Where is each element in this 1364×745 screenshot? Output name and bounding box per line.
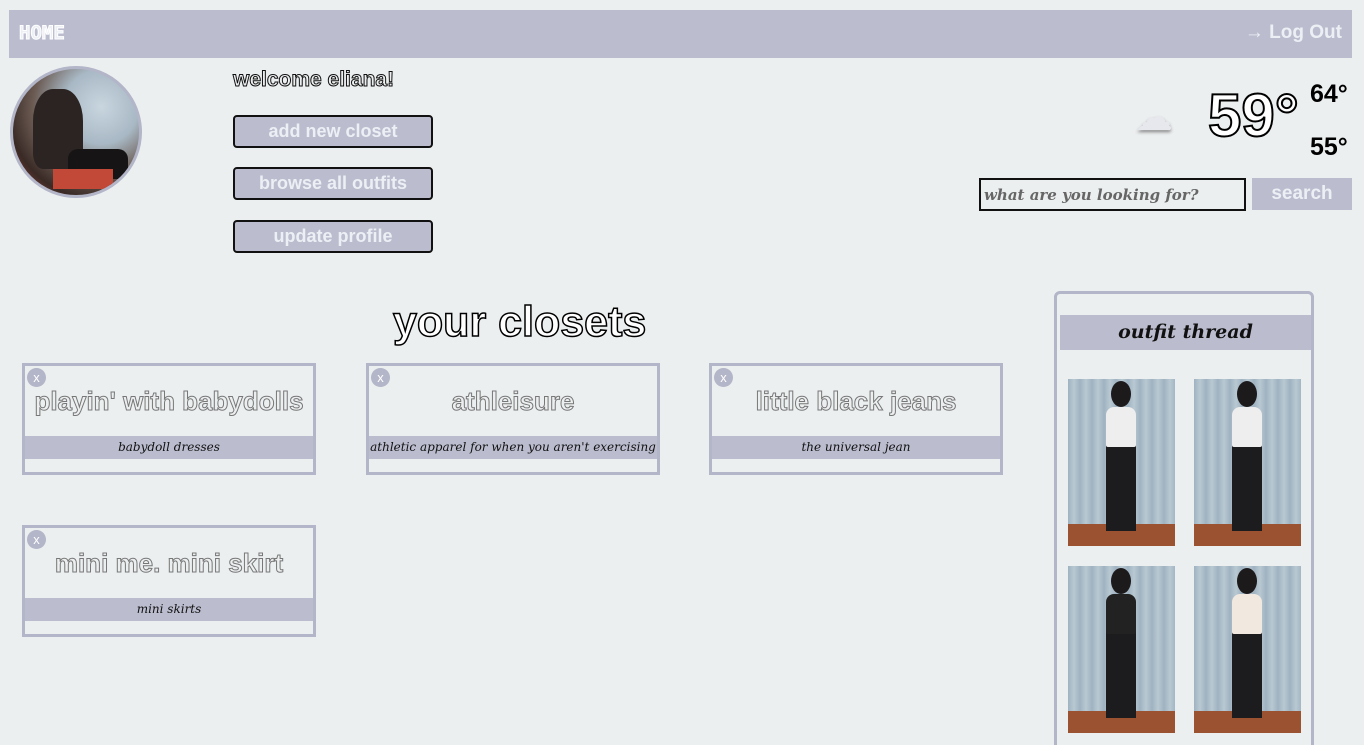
high-temperature: 64° (1310, 80, 1348, 108)
current-temperature: 59° (1207, 82, 1300, 149)
update-profile-button[interactable]: update profile (233, 220, 433, 253)
remove-closet-button[interactable]: x (27, 530, 46, 549)
remove-closet-button[interactable]: x (371, 368, 390, 387)
closet-card[interactable]: x little black jeans the universal jean (709, 363, 1003, 475)
add-closet-button[interactable]: add new closet (233, 115, 433, 148)
closet-name: playin' with babydolls (34, 386, 304, 417)
logout-link[interactable]: → Log Out (1245, 22, 1342, 44)
outfit-thread-image[interactable] (1068, 566, 1175, 733)
outfit-thread-panel: outfit thread (1054, 291, 1314, 745)
remove-closet-button[interactable]: x (27, 368, 46, 387)
browse-outfits-button[interactable]: browse all outfits (233, 167, 433, 200)
avatar (10, 66, 142, 198)
search-button[interactable]: search (1252, 178, 1352, 210)
closet-description: mini skirts (25, 598, 313, 621)
top-navbar: HOME → Log Out (9, 10, 1352, 58)
closet-card[interactable]: x mini me. mini skirt mini skirts (22, 525, 316, 637)
closet-description: babydoll dresses (25, 436, 313, 459)
closet-name: mini me. mini skirt (54, 548, 284, 579)
outfit-thread-title: outfit thread (1060, 315, 1311, 350)
closet-card[interactable]: x athleisure athletic apparel for when y… (366, 363, 660, 475)
low-temperature: 55° (1310, 133, 1348, 161)
cloud-icon: ☁ (1135, 95, 1173, 139)
outfit-thread-image[interactable] (1194, 379, 1301, 546)
welcome-message: welcome eliana! (232, 68, 395, 92)
closet-name: athleisure (451, 386, 575, 417)
closet-description: athletic apparel for when you aren't exe… (369, 436, 657, 459)
closet-card[interactable]: x playin' with babydolls babydoll dresse… (22, 363, 316, 475)
avatar-photo-socks (53, 169, 113, 189)
outfit-thread-image[interactable] (1194, 566, 1301, 733)
closets-heading: your closets (392, 297, 647, 347)
closet-description: the universal jean (712, 436, 1000, 459)
home-link[interactable]: HOME (19, 22, 66, 45)
closet-name: little black jeans (755, 386, 957, 417)
search-input[interactable] (979, 178, 1246, 211)
outfit-thread-image[interactable] (1068, 379, 1175, 546)
remove-closet-button[interactable]: x (714, 368, 733, 387)
